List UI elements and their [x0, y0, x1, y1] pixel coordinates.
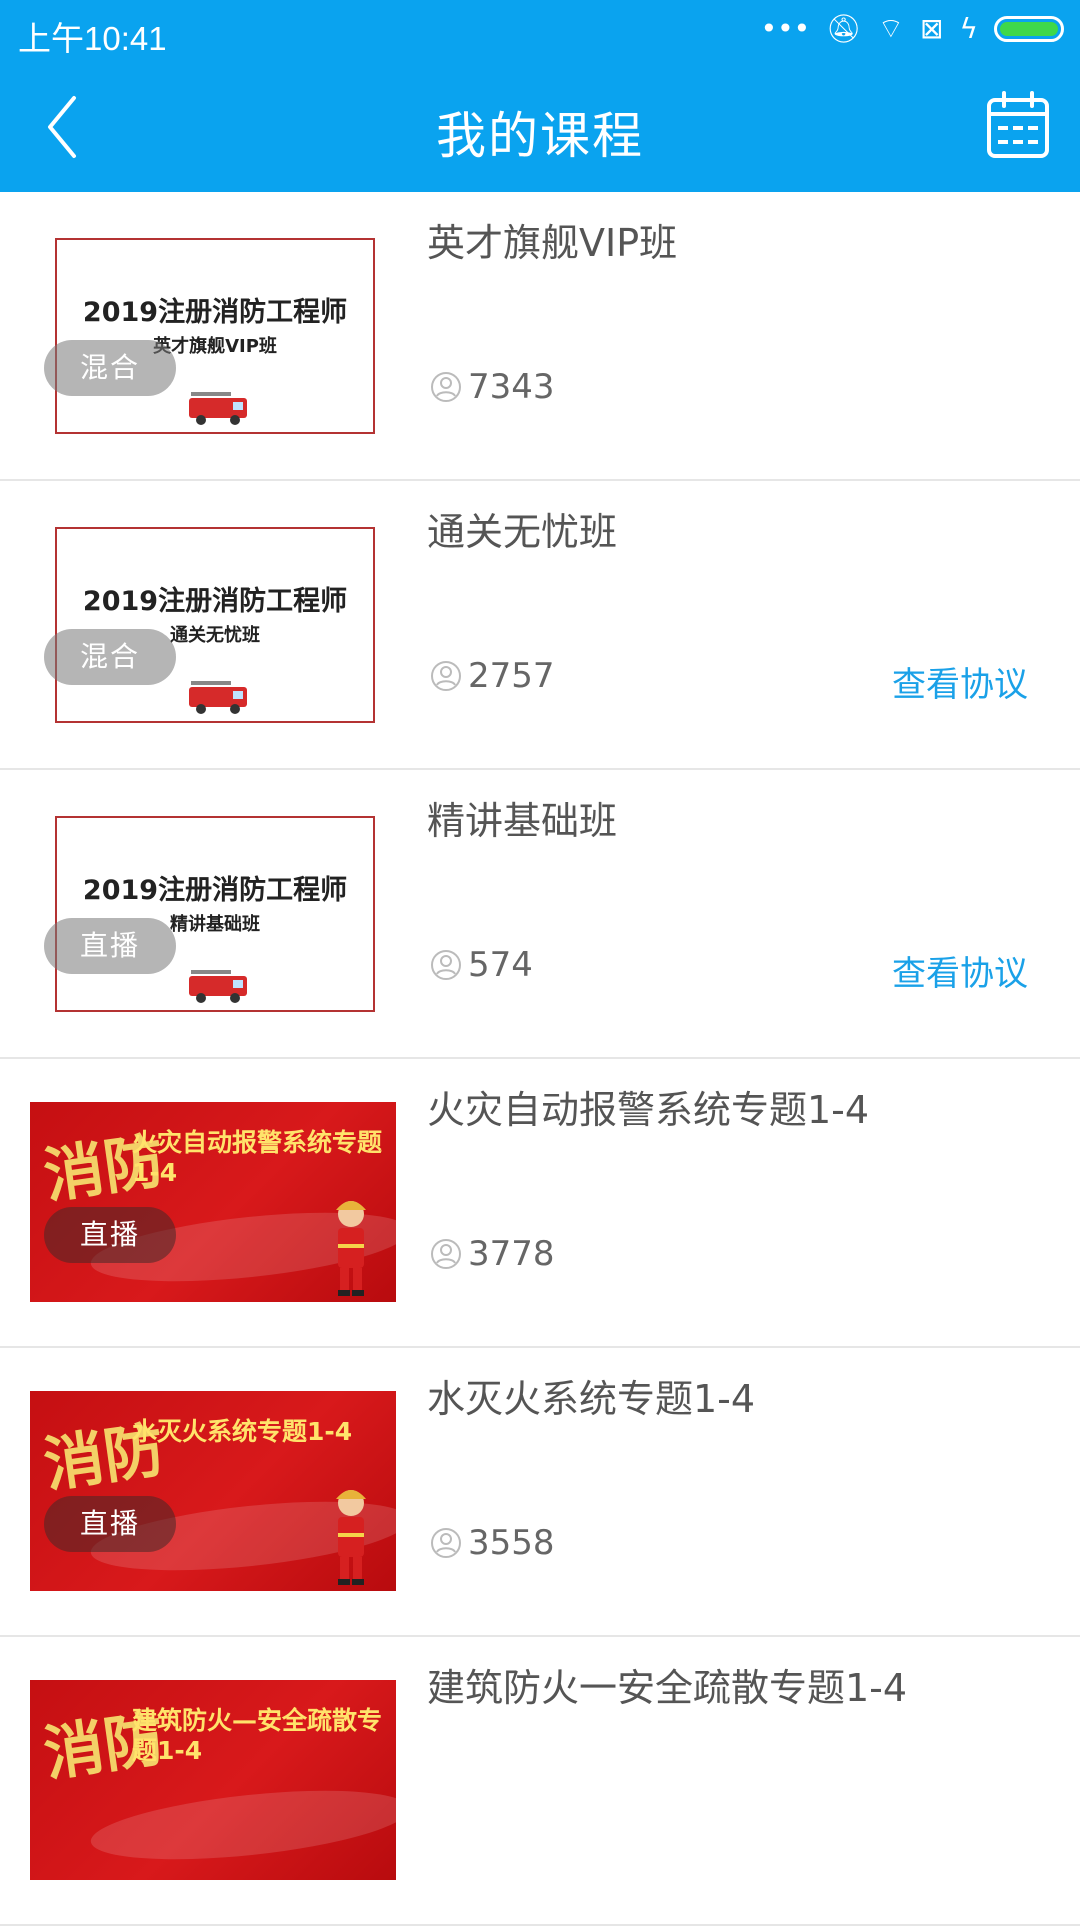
course-item[interactable]: 消防 建筑防火—安全疏散专题1-4 建筑防火一安全疏散专题1-4	[0, 1637, 1080, 1926]
course-type-badge: 直播	[44, 1496, 176, 1552]
student-count: 574	[430, 945, 533, 985]
more-icon: •••	[760, 12, 811, 45]
thumbnail-heading: 2019注册消防工程师	[82, 875, 348, 906]
fire-truck-icon	[189, 392, 247, 425]
course-item[interactable]: 消防 火灾自动报警系统专题1-4 直播 火灾自动报警系统专题1-4 3778	[0, 1059, 1080, 1348]
course-item[interactable]: 消防 水灭火系统专题1-4 直播 水灭火系统专题1-4 3558	[0, 1348, 1080, 1637]
course-title: 精讲基础班	[427, 799, 618, 843]
course-title: 建筑防火一安全疏散专题1-4	[427, 1666, 908, 1710]
course-type-badge: 混合	[44, 340, 176, 396]
status-time: 上午10:41	[18, 20, 167, 57]
student-count-value: 3778	[468, 1234, 555, 1274]
calendar-icon[interactable]	[986, 90, 1050, 160]
student-count-value: 3558	[468, 1523, 555, 1563]
status-bar: 上午10:41 ••• 🔕︎ ⌔ ⊠ ϟ	[0, 0, 1080, 62]
user-icon	[431, 950, 461, 980]
thumbnail-heading: 建筑防火—安全疏散专题1-4	[132, 1706, 383, 1765]
user-icon	[431, 661, 461, 691]
status-icons: ••• 🔕︎ ⌔ ⊠ ϟ	[761, 12, 1064, 46]
student-count: 2757	[430, 656, 555, 696]
course-title: 通关无忧班	[427, 510, 618, 554]
thumbnail-heading: 2019注册消防工程师	[82, 297, 348, 328]
fire-truck-icon	[189, 970, 247, 1003]
thumbnail-heading: 火灾自动报警系统专题1-4	[132, 1128, 383, 1187]
student-count-value: 2757	[468, 656, 555, 696]
course-title: 英才旗舰VIP班	[427, 221, 678, 265]
thumbnail-heading: 水灭火系统专题1-4	[132, 1417, 353, 1446]
firefighter-icon	[336, 1490, 366, 1585]
charging-icon: ϟ	[959, 12, 978, 45]
firefighter-icon	[336, 1201, 366, 1296]
view-agreement-link[interactable]: 查看协议	[892, 946, 1028, 995]
course-thumbnail[interactable]: 消防 水灭火系统专题1-4	[30, 1391, 396, 1591]
student-count-value: 574	[468, 945, 533, 985]
ribbon-decoration	[87, 1778, 396, 1872]
course-type-badge: 混合	[44, 629, 176, 685]
page-title: 我的课程	[436, 107, 644, 165]
wifi-icon: ⌔	[877, 12, 905, 45]
student-count: 3558	[430, 1523, 555, 1563]
course-thumbnail[interactable]: 2019注册消防工程师 精讲基础班	[55, 816, 375, 1012]
fire-truck-icon	[189, 681, 247, 714]
mute-icon: 🔕︎	[826, 12, 862, 45]
battery-icon	[994, 16, 1064, 42]
course-item[interactable]: 2019注册消防工程师 英才旗舰VIP班 混合 英才旗舰VIP班 7343	[0, 192, 1080, 481]
sim-icon: ⊠	[920, 12, 944, 45]
user-icon	[431, 1528, 461, 1558]
thumbnail-heading: 2019注册消防工程师	[82, 586, 348, 617]
student-count-value: 7343	[468, 367, 555, 407]
user-icon	[431, 372, 461, 402]
student-count: 3778	[430, 1234, 555, 1274]
course-thumbnail[interactable]: 消防 建筑防火—安全疏散专题1-4	[30, 1680, 396, 1880]
app-bar: 我的课程	[0, 62, 1080, 192]
course-thumbnail[interactable]: 消防 火灾自动报警系统专题1-4	[30, 1102, 396, 1302]
course-item[interactable]: 2019注册消防工程师 精讲基础班 直播 精讲基础班 574 查看协议	[0, 770, 1080, 1059]
student-count: 7343	[430, 367, 555, 407]
course-item[interactable]: 2019注册消防工程师 通关无忧班 混合 通关无忧班 2757 查看协议	[0, 481, 1080, 770]
course-thumbnail[interactable]: 2019注册消防工程师 英才旗舰VIP班	[55, 238, 375, 434]
user-icon	[431, 1239, 461, 1269]
course-type-badge: 直播	[44, 918, 176, 974]
course-title: 水灭火系统专题1-4	[427, 1377, 756, 1421]
course-title: 火灾自动报警系统专题1-4	[427, 1088, 870, 1132]
course-list: 2019注册消防工程师 英才旗舰VIP班 混合 英才旗舰VIP班 7343 20…	[0, 192, 1080, 1926]
course-thumbnail[interactable]: 2019注册消防工程师 通关无忧班	[55, 527, 375, 723]
view-agreement-link[interactable]: 查看协议	[892, 657, 1028, 706]
course-type-badge: 直播	[44, 1207, 176, 1263]
